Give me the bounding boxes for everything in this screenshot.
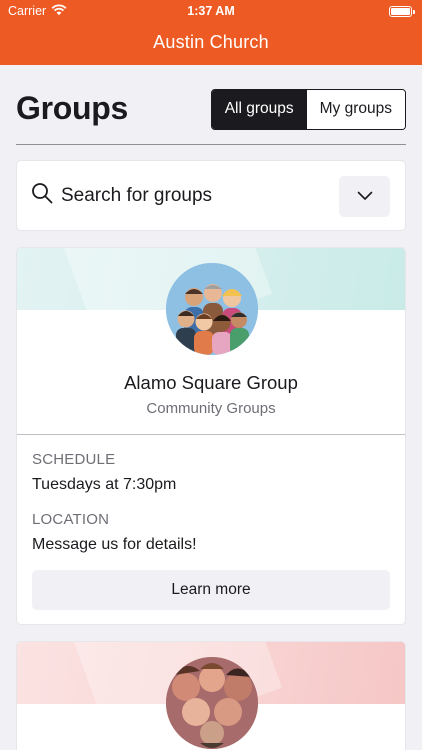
group-avatar [166, 263, 258, 355]
all-groups-tab[interactable]: All groups [211, 89, 307, 129]
search-bar[interactable]: Search for groups [16, 160, 406, 231]
header-divider [16, 144, 406, 145]
group-category: Community Groups [146, 400, 276, 417]
schedule-value: Tuesdays at 7:30pm [32, 476, 177, 493]
schedule-label: SCHEDULE [32, 451, 116, 468]
group-card[interactable]: Alamo Square Group Community Groups SCHE… [16, 247, 406, 625]
battery-icon [389, 5, 415, 17]
status-bar: Carrier 1:37 AM [0, 0, 422, 22]
page-header: Groups All groups My groups [16, 86, 406, 130]
page-title: Groups [16, 89, 128, 126]
learn-more-button[interactable]: Learn more [32, 570, 390, 610]
my-groups-tab[interactable]: My groups [306, 89, 405, 129]
filter-dropdown-button[interactable] [339, 176, 390, 217]
location-label: LOCATION [32, 511, 110, 528]
group-avatar [166, 657, 258, 749]
chevron-down-icon [357, 188, 373, 206]
location-value: Message us for details! [32, 536, 197, 553]
card-divider [17, 434, 405, 435]
group-card[interactable] [16, 641, 406, 750]
clock: 1:37 AM [187, 4, 235, 18]
groups-filter-segmented: All groups My groups [210, 88, 406, 130]
group-name: Alamo Square Group [124, 372, 298, 393]
search-input[interactable]: Search for groups [61, 185, 212, 207]
app-header: Carrier 1:37 AM Austin Church [0, 0, 422, 65]
search-icon [31, 182, 53, 209]
nav-title: Austin Church [153, 32, 269, 52]
